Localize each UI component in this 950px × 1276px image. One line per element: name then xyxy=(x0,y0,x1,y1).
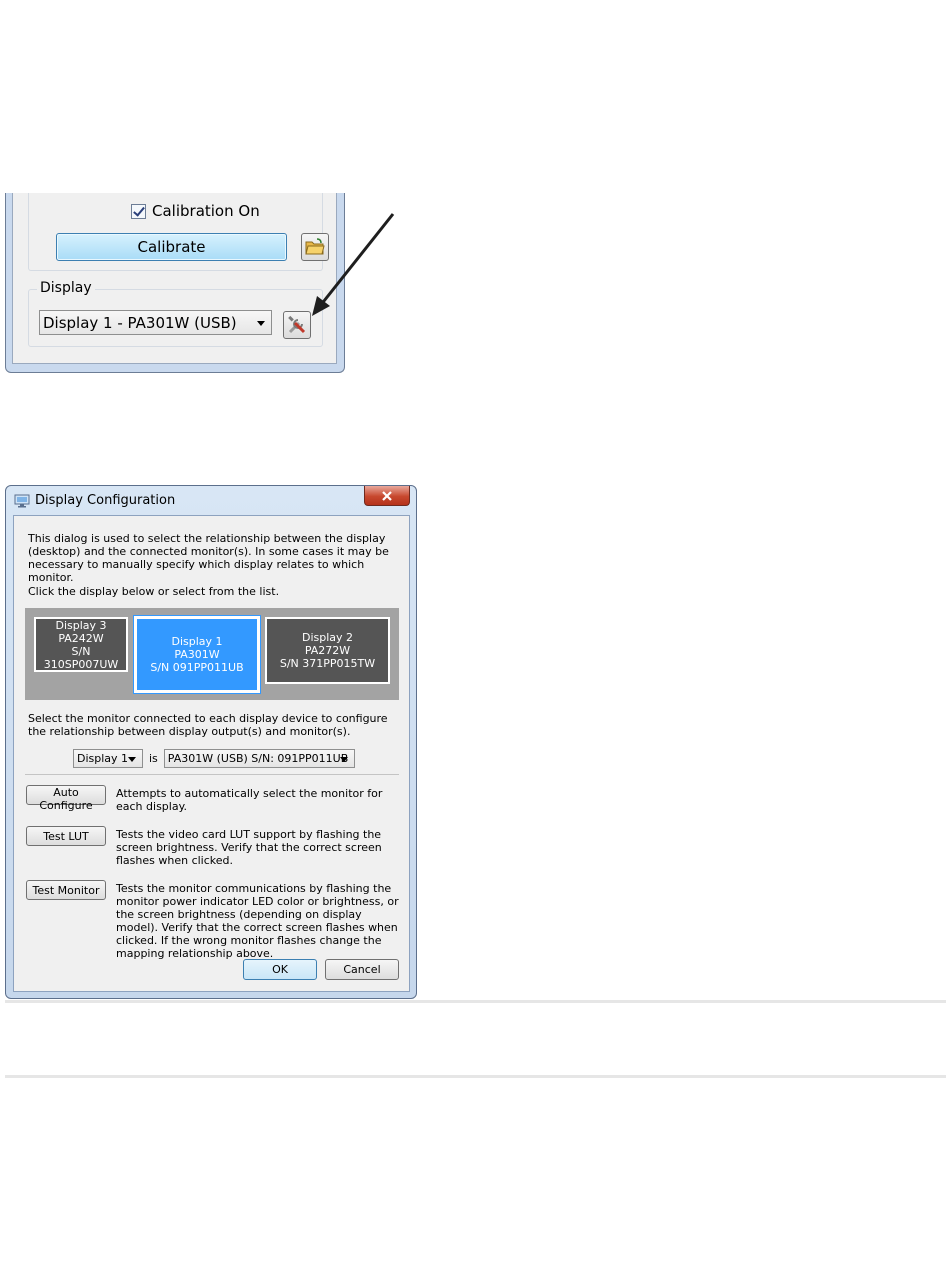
display-tile-serial: S/N 091PP011UB xyxy=(150,661,244,674)
display-tile-2[interactable]: Display 2 PA272W S/N 371PP015TW xyxy=(265,617,390,684)
display-configuration-dialog: Display Configuration This dialog is use… xyxy=(5,485,417,999)
calibrate-button[interactable]: Calibrate xyxy=(56,233,287,261)
dialog-title: Display Configuration xyxy=(35,493,176,508)
ok-button[interactable]: OK xyxy=(243,959,317,980)
display-tile-3[interactable]: Display 3 PA242W S/N 310SP007UW xyxy=(34,617,128,672)
page-divider xyxy=(5,1075,946,1078)
divider xyxy=(25,774,399,775)
chevron-down-icon xyxy=(339,756,348,762)
cancel-button[interactable]: Cancel xyxy=(325,959,399,980)
display-tile-model: PA301W xyxy=(174,648,220,661)
display-strip: Display 3 PA242W S/N 310SP007UW Display … xyxy=(25,608,399,700)
calibration-on-label: Calibration On xyxy=(152,202,260,220)
monitor-combo-value: PA301W (USB) S/N: 091PP011UB xyxy=(167,752,349,765)
display-tile-name: Display 1 xyxy=(171,635,223,648)
test-lut-description: Tests the video card LUT support by flas… xyxy=(116,828,382,867)
dialog-monitor-icon xyxy=(14,494,30,508)
display-tile-serial: S/N 371PP015TW xyxy=(279,657,376,670)
display-select-value: Display 1 - PA301W (USB) xyxy=(43,313,237,332)
auto-configure-description: Attempts to automatically select the mon… xyxy=(116,787,383,813)
display-tile-model: PA242W xyxy=(58,631,104,645)
display-tile-name: Display 2 xyxy=(301,631,354,644)
select-instruction: Select the monitor connected to each dis… xyxy=(28,712,388,738)
checkbox-checked-icon[interactable] xyxy=(131,203,146,219)
display-select[interactable]: Display 1 - PA301W (USB) xyxy=(39,310,272,335)
is-label: is xyxy=(149,752,158,765)
app-panel: Calibration On Calibrate Display Display… xyxy=(5,193,345,373)
page-divider xyxy=(5,1000,946,1003)
display-group: Display Display 1 - PA301W (USB) xyxy=(28,280,323,347)
auto-configure-button[interactable]: Auto Configure xyxy=(26,785,106,812)
display-tile-name: Display 3 xyxy=(55,618,107,632)
chevron-down-icon xyxy=(128,756,136,762)
display-tile-1[interactable]: Display 1 PA301W S/N 091PP011UB xyxy=(133,615,261,694)
display-combo-value: Display 1 xyxy=(77,752,129,765)
test-lut-button[interactable]: Test LUT xyxy=(26,826,106,846)
test-monitor-description: Tests the monitor communications by flas… xyxy=(116,882,399,960)
intro-text: This dialog is used to select the relati… xyxy=(28,532,389,584)
display-group-label: Display xyxy=(37,280,95,296)
test-monitor-button[interactable]: Test Monitor xyxy=(26,880,106,900)
click-instruction: Click the display below or select from t… xyxy=(28,585,280,598)
calibration-on-checkbox[interactable]: Calibration On xyxy=(131,202,260,220)
close-button[interactable] xyxy=(364,486,410,506)
dialog-body: This dialog is used to select the relati… xyxy=(13,515,410,992)
pointer-arrow xyxy=(312,213,395,316)
mapping-row: Display 1 is PA301W (USB) S/N: 091PP011U… xyxy=(73,749,355,768)
display-tile-serial: S/N 310SP007UW xyxy=(43,644,119,671)
chevron-down-icon xyxy=(257,320,265,326)
display-combo[interactable]: Display 1 xyxy=(73,749,143,768)
monitor-combo[interactable]: PA301W (USB) S/N: 091PP011UB xyxy=(163,749,355,768)
display-tile-model: PA272W xyxy=(304,644,351,657)
close-x-icon xyxy=(382,490,392,501)
calibration-group: Calibration On Calibrate xyxy=(28,193,329,271)
